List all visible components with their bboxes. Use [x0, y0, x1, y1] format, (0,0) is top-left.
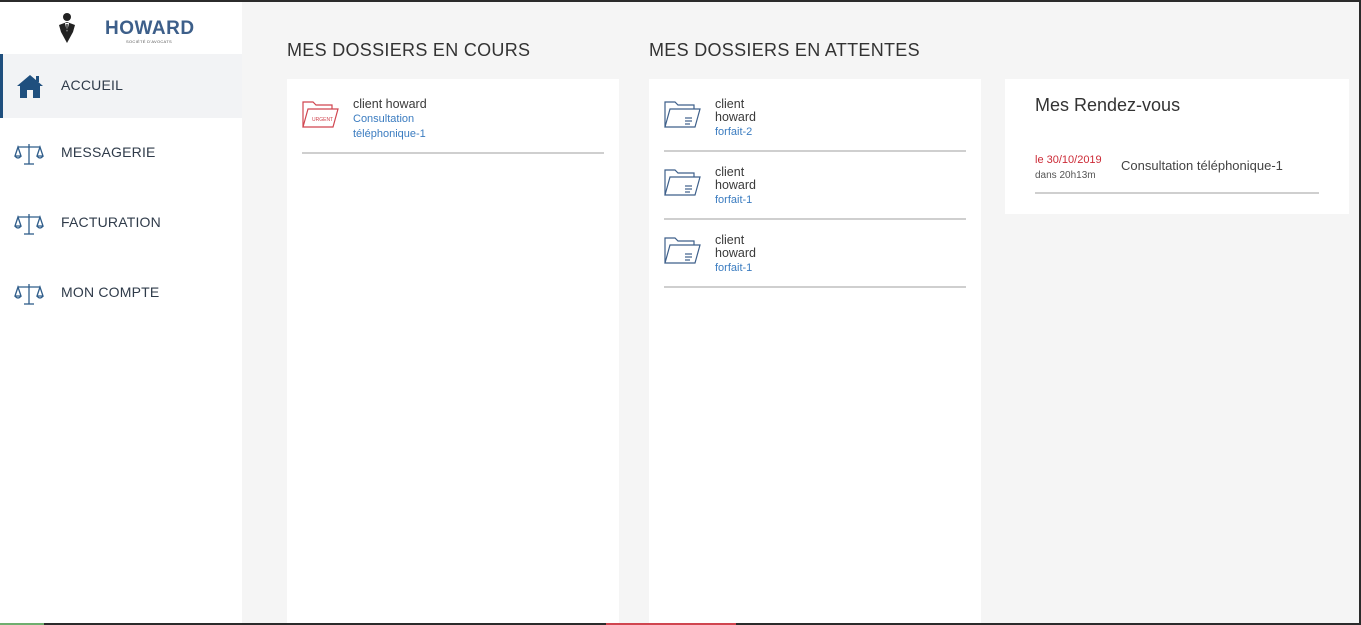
item-client-name: client howard [353, 97, 427, 111]
lawyer-figure-icon [59, 13, 75, 43]
folder-icon [664, 101, 701, 128]
folder-icon [664, 169, 701, 196]
rendez-vous-countdown: dans 20h13m [1035, 170, 1096, 181]
rendez-vous-label: Consultation téléphonique-1 [1121, 158, 1283, 173]
urgent-badge: URGENT [312, 117, 333, 123]
rendez-vous-title: Mes Rendez-vous [1035, 95, 1181, 115]
home-icon [17, 75, 43, 98]
sidebar-item-accueil[interactable]: ACCUEIL [0, 54, 242, 118]
en-attentes-title: MES DOSSIERS EN ATTENTES [649, 40, 920, 60]
urgent-folder-icon: URGENT [302, 101, 339, 128]
scales-icon [14, 144, 44, 165]
rendez-vous-date: le 30/10/2019 [1035, 154, 1102, 166]
brand-name: HOWARD [105, 18, 195, 39]
item-forfait[interactable]: forfait-2 [715, 125, 752, 139]
scales-icon [14, 214, 44, 235]
en-cours-panel: URGENT client howard Consultation téléph… [287, 79, 619, 625]
item-forfait[interactable]: forfait-1 [715, 261, 752, 275]
item-forfait[interactable]: forfait-1 [715, 193, 752, 207]
logo[interactable]: HOWARD SOCIÉTÉ D'AVOCATS [0, 2, 242, 52]
rendez-vous-panel: Mes Rendez-vous le 30/10/2019 dans 20h13… [1005, 79, 1349, 214]
divider [1035, 192, 1319, 194]
list-item[interactable]: client howard forfait-2 [664, 97, 966, 152]
sidebar-item-mon-compte[interactable]: MON COMPTE [0, 260, 242, 324]
item-subject[interactable]: téléphonique-1 [353, 127, 426, 141]
list-item[interactable]: client howard forfait-1 [664, 233, 966, 288]
sidebar: HOWARD SOCIÉTÉ D'AVOCATS ACCUEIL MESSAGE… [0, 2, 242, 625]
scales-icon [14, 284, 44, 305]
sidebar-item-facturation[interactable]: FACTURATION [0, 190, 242, 254]
item-subject[interactable]: Consultation [353, 112, 414, 126]
sidebar-item-label: ACCUEIL [61, 77, 124, 93]
sidebar-item-label: FACTURATION [61, 214, 161, 230]
sidebar-item-label: MESSAGERIE [61, 144, 156, 160]
item-client-name: howard [715, 246, 756, 260]
list-item[interactable]: URGENT client howard Consultation téléph… [302, 97, 604, 154]
sidebar-item-messagerie[interactable]: MESSAGERIE [0, 120, 242, 184]
en-attentes-panel: client howard forfait-2 client howard fo… [649, 79, 981, 625]
folder-icon [664, 237, 701, 264]
sidebar-item-label: MON COMPTE [61, 284, 160, 300]
en-cours-title: MES DOSSIERS EN COURS [287, 40, 531, 60]
item-client-name: howard [715, 110, 756, 124]
item-client-name: howard [715, 178, 756, 192]
brand-subtitle: SOCIÉTÉ D'AVOCATS [126, 39, 172, 44]
list-item[interactable]: client howard forfait-1 [664, 165, 966, 220]
